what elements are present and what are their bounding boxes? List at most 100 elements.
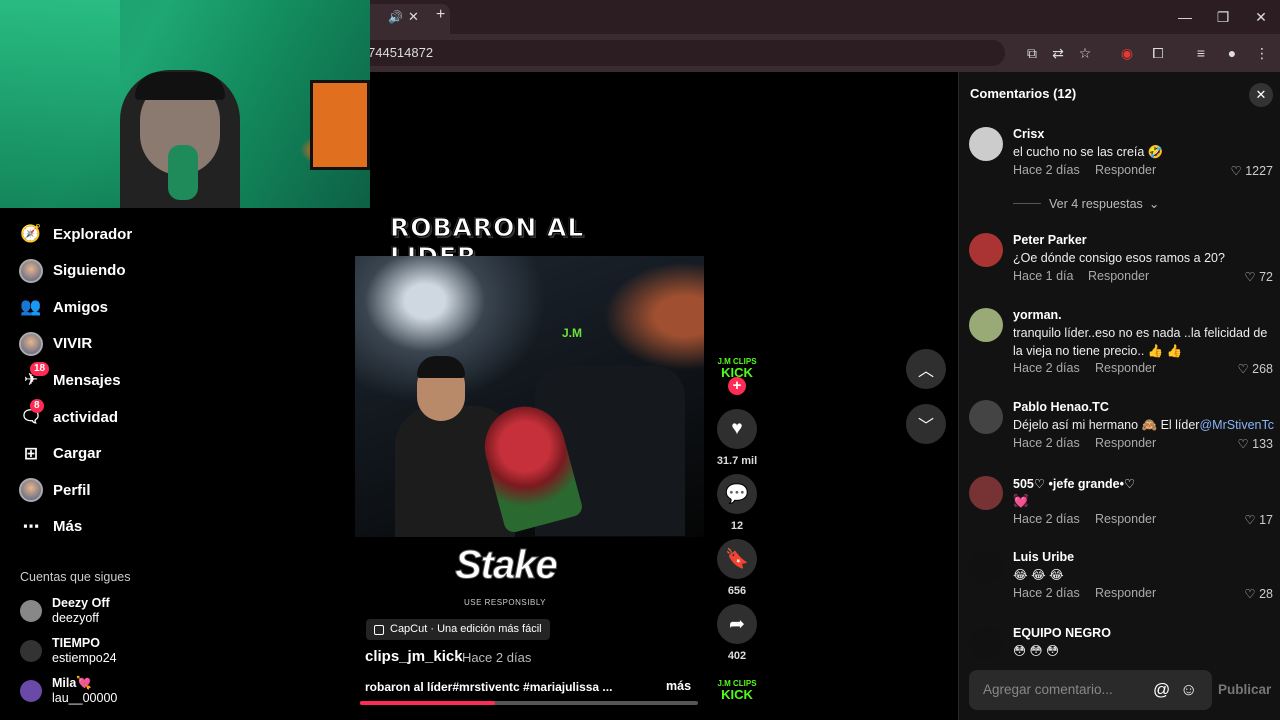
- like-button[interactable]: ♥: [717, 409, 757, 449]
- avatar[interactable]: [969, 127, 1003, 161]
- compass-icon: 🧭: [20, 224, 42, 243]
- extensions-icon[interactable]: ⧠: [1147, 42, 1169, 64]
- comment-input[interactable]: Agregar comentario...: [969, 670, 1212, 710]
- comment-like-button[interactable]: ♡ 133: [1203, 436, 1273, 451]
- mention-icon[interactable]: @: [1153, 680, 1170, 700]
- minimize-icon[interactable]: —: [1174, 6, 1196, 28]
- reply-button[interactable]: Responder: [1095, 436, 1156, 450]
- next-video-button[interactable]: ﹀: [906, 404, 946, 444]
- caption-more-link[interactable]: más: [666, 679, 691, 693]
- share-button[interactable]: ➦: [717, 604, 757, 644]
- nav-item-label: Amigos: [53, 298, 109, 316]
- notification-badge: 18: [30, 362, 50, 377]
- comment-author[interactable]: Peter Parker: [1013, 233, 1087, 247]
- restore-icon[interactable]: ❐: [1212, 6, 1234, 28]
- follow-button[interactable]: +: [728, 377, 746, 395]
- capcut-label: CapCut · Una edición más fácil: [390, 623, 542, 635]
- heart-outline-icon: ♡: [1237, 437, 1249, 451]
- capcut-chip[interactable]: CapCut · Una edición más fácil: [366, 619, 550, 640]
- save-button[interactable]: 🔖: [717, 539, 757, 579]
- comment-like-button[interactable]: ♡ 268: [1203, 361, 1273, 376]
- followed-account[interactable]: Mila💘 lau__00000: [20, 673, 180, 709]
- avatar: [20, 640, 42, 662]
- comment-mention[interactable]: @MrStivenTc: [1199, 418, 1274, 432]
- bookmark-star-icon[interactable]: ☆: [1074, 42, 1096, 64]
- address-bar[interactable]: 744514872: [300, 40, 1005, 66]
- followed-account[interactable]: Deezy Off deezyoff: [20, 593, 180, 629]
- reply-button[interactable]: Responder: [1088, 269, 1149, 283]
- avatar: [18, 258, 44, 284]
- capcut-icon: [374, 624, 384, 635]
- nav-item-m-s[interactable]: ⋯ Más: [18, 510, 348, 544]
- comment-like-count: 72: [1259, 270, 1273, 284]
- reply-button[interactable]: Responder: [1095, 361, 1156, 375]
- reply-button[interactable]: Responder: [1095, 512, 1156, 526]
- reply-button[interactable]: Responder: [1095, 586, 1156, 600]
- emoji-icon[interactable]: ☺: [1180, 680, 1197, 700]
- comment-like-count: 133: [1252, 437, 1273, 451]
- account-handle: deezyoff: [52, 611, 100, 625]
- nav-item-cargar[interactable]: ⊞ Cargar: [18, 437, 348, 471]
- nav-item-amigos[interactable]: 👥 Amigos: [18, 290, 348, 324]
- followed-account[interactable]: TIEMPO estiempo24: [20, 633, 180, 669]
- nav-item-explorador[interactable]: 🧭 Explorador: [18, 217, 348, 251]
- comments-title: Comentarios (12): [970, 86, 1077, 101]
- comment-author[interactable]: Pablo Henao.TC: [1013, 400, 1109, 414]
- video-author[interactable]: clips_jm_kick: [365, 648, 463, 665]
- comment-author[interactable]: EQUIPO NEGRO: [1013, 626, 1111, 640]
- comment-author[interactable]: yorman.: [1013, 308, 1062, 322]
- close-window-icon[interactable]: ✕: [1250, 6, 1272, 28]
- following-accounts-title: Cuentas que sigues: [20, 570, 131, 584]
- comment-text: 💓: [1013, 494, 1029, 508]
- account-name: Mila💘: [52, 676, 92, 690]
- comment-like-button[interactable]: ♡ 17: [1203, 512, 1273, 527]
- media-control-icon[interactable]: ≡: [1190, 42, 1212, 64]
- creator-avatar[interactable]: J.M CLIPS KICK: [715, 357, 759, 379]
- nav-item-label: Mensajes: [53, 371, 121, 389]
- close-comments-button[interactable]: ✕: [1249, 83, 1273, 107]
- comment-like-button[interactable]: ♡ 28: [1203, 586, 1273, 601]
- reply-button[interactable]: Responder: [1095, 163, 1156, 177]
- nav-item-perfil[interactable]: Perfil: [18, 473, 348, 507]
- comment-like-count: 28: [1259, 587, 1273, 601]
- nav-item-actividad[interactable]: 🗨 8 actividad: [18, 399, 348, 434]
- activity-icon: 🗨 8: [20, 399, 44, 426]
- video-player[interactable]: [355, 256, 704, 537]
- share-icon: ➦: [729, 613, 745, 635]
- translate-icon[interactable]: ⇄: [1047, 42, 1069, 64]
- avatar[interactable]: [969, 476, 1003, 510]
- record-icon[interactable]: ◉: [1116, 42, 1138, 64]
- comment-text: el cucho no se las creía 🤣: [1013, 145, 1164, 159]
- avatar[interactable]: [969, 550, 1003, 584]
- nav-item-vivir[interactable]: VIVIR: [18, 327, 348, 361]
- comment-author[interactable]: 505♡ •jefe grande•♡: [1013, 476, 1135, 491]
- comment-like-button[interactable]: ♡ 1227: [1203, 163, 1273, 178]
- comment-author[interactable]: Crisx: [1013, 127, 1044, 141]
- avatar[interactable]: [969, 626, 1003, 660]
- comment-button[interactable]: 💬: [717, 474, 757, 514]
- video-caption: robaron al líder#mrstiventc #mariajuliss…: [365, 680, 613, 694]
- chevron-down-icon: ﹀: [917, 418, 934, 435]
- browser-menu-icon[interactable]: ⋮: [1251, 42, 1273, 64]
- avatar[interactable]: [969, 400, 1003, 434]
- avatar[interactable]: [969, 233, 1003, 267]
- upload-icon: ⊞: [23, 443, 39, 463]
- audio-icon[interactable]: 🔊: [388, 10, 403, 24]
- comment-author[interactable]: Luis Uribe: [1013, 550, 1074, 564]
- avatar[interactable]: [969, 308, 1003, 342]
- previous-video-button[interactable]: ︿: [906, 349, 946, 389]
- view-replies-link[interactable]: Ver 4 respuestas ⌄: [1013, 196, 1159, 211]
- install-app-icon[interactable]: ⧉: [1021, 42, 1043, 64]
- comment-like-button[interactable]: ♡ 72: [1203, 269, 1273, 284]
- comment-text: Déjelo así mi hermano 🙈 El líder@MrStive…: [1013, 418, 1274, 432]
- profile-icon[interactable]: ●: [1221, 42, 1243, 64]
- nav-item-siguiendo[interactable]: Siguiendo: [18, 254, 348, 288]
- nav-item-mensajes[interactable]: ✈ 18 Mensajes: [18, 362, 348, 397]
- save-count: 656: [727, 585, 747, 597]
- video-watermark: J.M: [562, 326, 583, 340]
- new-tab-button[interactable]: +: [436, 6, 445, 24]
- tab-close-icon[interactable]: ✕: [408, 9, 419, 25]
- post-comment-button[interactable]: Publicar: [1218, 682, 1271, 697]
- music-disc[interactable]: J.M CLIPS KICK: [715, 679, 759, 701]
- account-handle: estiempo24: [52, 651, 117, 665]
